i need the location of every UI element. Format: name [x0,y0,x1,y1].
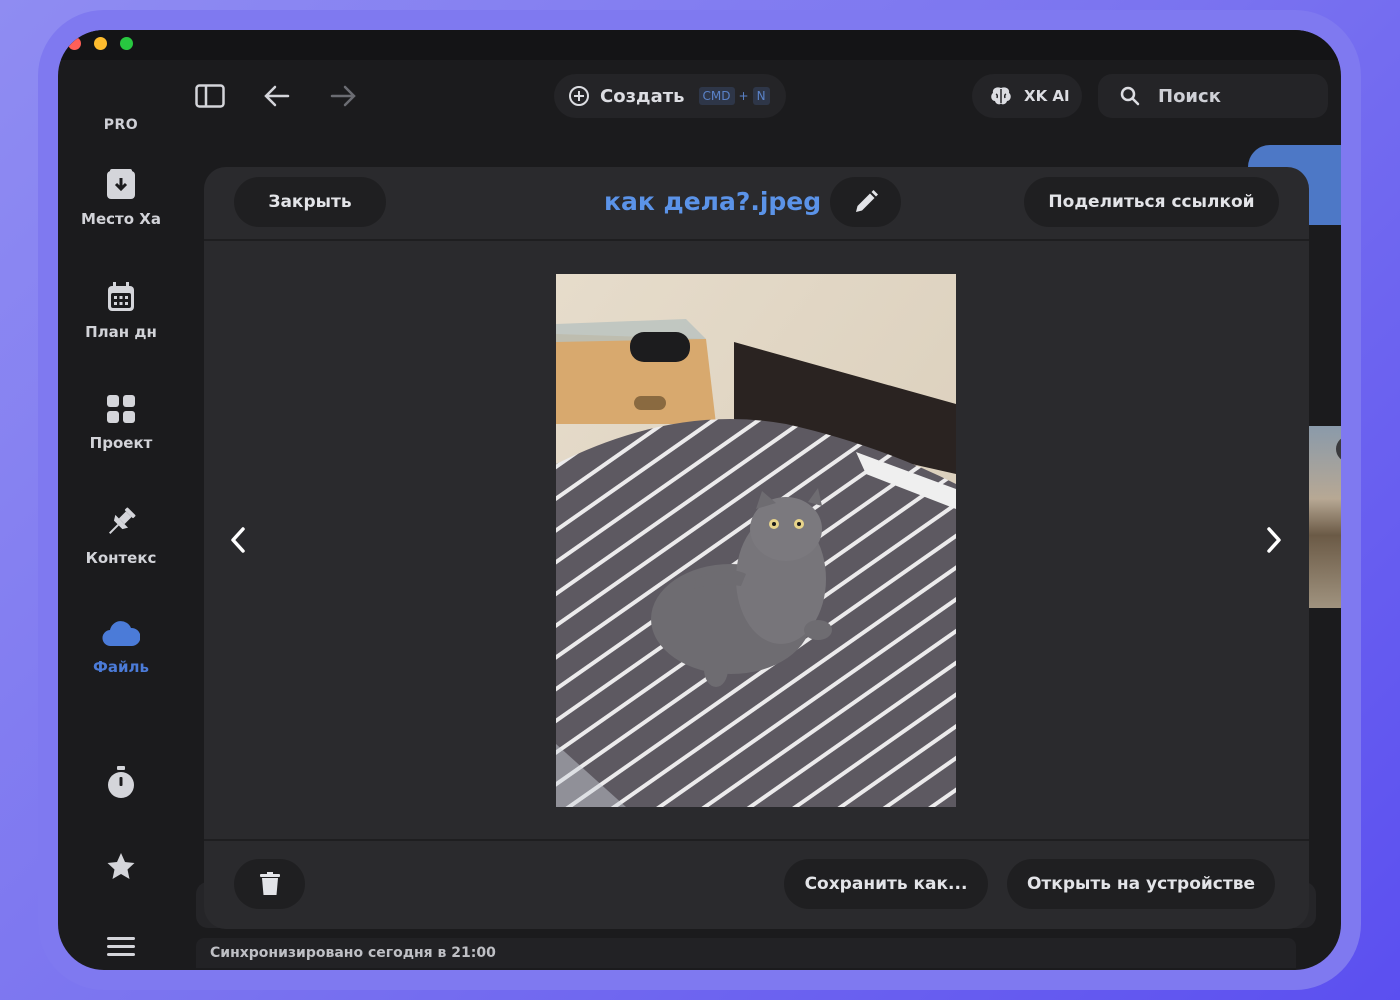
viewer-header: Закрыть как дела?.jpeg Поделиться ссылко… [204,167,1309,241]
ai-label: XK AI [1024,87,1070,105]
create-button[interactable]: Создать CMD + N [554,74,786,118]
forward-button[interactable] [328,82,358,110]
share-link-button[interactable]: Поделиться ссылкой [1024,177,1279,227]
create-label: Создать [600,85,685,107]
image-viewer-modal: Закрыть как дела?.jpeg Поделиться ссылко… [204,167,1309,929]
sidebar-item-files[interactable]: Файль [58,620,184,676]
pencil-icon [855,190,878,212]
sidebar-item-day-plan[interactable]: План дн [58,281,184,341]
trash-icon [259,872,280,895]
open-on-device-button[interactable]: Открыть на устройстве [1007,859,1275,909]
sidebar-item-label: План дн [85,323,157,341]
delete-button[interactable] [234,859,305,909]
search-input[interactable]: Поиск [1098,74,1328,118]
next-image-button[interactable] [1258,525,1288,555]
window-maximize-dot[interactable] [120,37,133,50]
sidebar-item-label: Проект [89,434,153,452]
pushpin-icon [108,507,136,535]
brain-icon [991,87,1011,105]
sidebar-item-label: Место Ха [81,210,161,228]
arrow-left-icon [264,85,290,107]
sidebar-item-label: Контекс [85,549,157,567]
sidebar-item-timer[interactable] [58,766,184,800]
search-placeholder: Поиск [1158,85,1221,107]
chevron-right-icon [1267,527,1281,553]
sidebar-toggle-icon [195,84,225,108]
back-button[interactable] [262,82,292,110]
inbox-archive-icon [107,169,135,199]
sidebar-item-projects[interactable]: Проект [58,394,184,452]
rename-button[interactable] [830,177,901,227]
star-icon [107,853,135,879]
search-icon [1120,86,1140,106]
shortcut-plus: + [738,89,749,103]
sidebar-item-context[interactable]: Контекс [58,505,184,567]
stopwatch-icon [108,766,134,798]
plus-circle-icon [569,86,589,106]
window-minimize-dot[interactable] [94,37,107,50]
sidebar-item-label: Файль [93,658,149,676]
file-name-title: как дела?.jpeg [604,187,822,216]
previous-image-button[interactable] [224,525,254,555]
window-close-dot[interactable] [68,37,81,50]
menu-icon [107,937,135,956]
pro-badge: PRO [103,117,139,133]
cat-photo [556,274,956,807]
viewer-footer: Сохранить как... Открыть на устройстве [204,839,1309,929]
image-preview [556,274,956,807]
shortcut-cmd: CMD [698,87,735,105]
shortcut-key: N [752,87,770,105]
sidebar-item-inbox[interactable]: Место Ха [58,168,184,228]
arrow-right-icon [330,85,356,107]
ai-button[interactable]: XK AI [972,74,1082,118]
cloud-icon [102,621,140,647]
sync-status-text: Синхронизировано сегодня в 21:00 [210,945,496,961]
toggle-sidebar-button[interactable] [194,82,226,110]
chevron-left-icon [231,527,245,553]
close-button[interactable]: Закрыть [234,177,386,227]
calendar-icon [108,282,134,311]
sidebar: PRO Место Ха План дн Проект Контекс Файл… [58,60,161,970]
close-icon[interactable]: × [1336,436,1341,462]
sidebar-item-favorites[interactable] [58,852,184,880]
sidebar-menu-button[interactable] [58,936,184,958]
save-as-button[interactable]: Сохранить как... [784,859,988,909]
grid-icon [107,395,135,423]
status-bar: Синхронизировано сегодня в 21:00 [196,938,1296,968]
app-window: PRO Место Ха План дн Проект Контекс Файл… [58,30,1341,970]
title-bar [58,30,1341,60]
